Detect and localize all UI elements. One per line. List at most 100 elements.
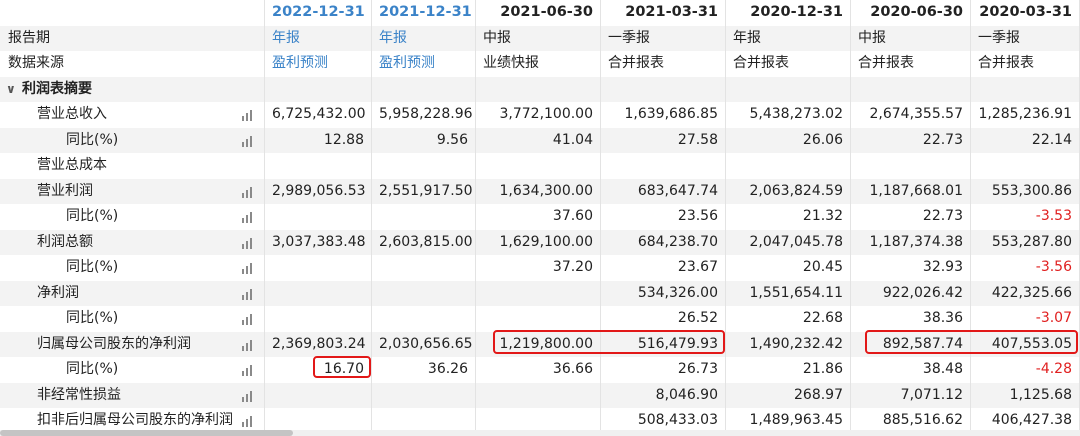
bar-chart-icon[interactable] (242, 186, 256, 198)
table-cell: 1,634,300.00 (476, 178, 601, 204)
bar-chart-icon[interactable] (242, 262, 256, 274)
table-cell: 422,325.66 (971, 280, 1080, 306)
table-cell (265, 382, 372, 408)
table-cell: 22.68 (726, 306, 851, 332)
column-header-2021-12-31: 2021-12-31 (372, 0, 476, 26)
table-cell (971, 153, 1080, 179)
row-label-cell: 同比(%) (0, 127, 265, 153)
table-cell: 2,674,355.57 (851, 102, 971, 128)
row-label-cell: 同比(%) (0, 357, 265, 383)
table-cell: 553,287.80 (971, 229, 1080, 255)
table-cell: 1,219,800.00 (476, 331, 601, 357)
table-row: 同比(%) 37.60 23.56 21.32 22.73 -3.53 (0, 204, 1080, 230)
row-label: 利润总额 (37, 233, 93, 250)
section-cell (601, 76, 726, 102)
table-cell (372, 280, 476, 306)
scrollbar-thumb[interactable] (0, 430, 293, 436)
meta-cell: 合并报表 (851, 51, 971, 77)
column-header-row: 2022-12-31 2021-12-31 2021-06-30 2021-03-31… (0, 0, 1080, 26)
meta-cell: 盈利预测 (265, 51, 372, 77)
table-cell (372, 306, 476, 332)
table-cell: 1,490,232.42 (726, 331, 851, 357)
table-cell: 38.48 (851, 357, 971, 383)
table-cell: 21.86 (726, 357, 851, 383)
row-label-cell: 营业利润 (0, 178, 265, 204)
table-cell (372, 153, 476, 179)
table-cell (476, 382, 601, 408)
table-cell: 36.26 (372, 357, 476, 383)
meta-cell: 合并报表 (601, 51, 726, 77)
row-label: 数据来源 (8, 55, 64, 72)
table-cell: 22.73 (851, 127, 971, 153)
row-label: 归属母公司股东的净利润 (37, 335, 191, 352)
row-label-cell: 利润总额 (0, 229, 265, 255)
bar-chart-icon[interactable] (242, 339, 256, 351)
collapse-caret-icon[interactable]: ∨ (6, 77, 20, 102)
table-row: 营业总收入 6,725,432.00 5,958,228.96 3,772,100.0… (0, 102, 1080, 128)
table-row: 非经常性损益 8,046.90 268.97 7,071.12 1,125.68 (0, 382, 1080, 408)
table-cell (265, 255, 372, 281)
bar-chart-icon[interactable] (242, 364, 256, 376)
bar-chart-icon[interactable] (242, 237, 256, 249)
table-cell: 26.73 (601, 357, 726, 383)
table-cell: 407,553.05 (971, 331, 1080, 357)
table-row: 净利润 534,326.00 1,551,654.11 922,026.42 422,3… (0, 280, 1080, 306)
table-cell: 516,479.93 (601, 331, 726, 357)
table-row: 利润总额 3,037,383.48 2,603,815.00 1,629,100.00… (0, 229, 1080, 255)
section-cell (726, 76, 851, 102)
table-cell: -4.28 (971, 357, 1080, 383)
bar-chart-icon[interactable] (242, 415, 256, 427)
bar-chart-icon[interactable] (242, 135, 256, 147)
table-cell: 27.58 (601, 127, 726, 153)
bar-chart-icon[interactable] (242, 109, 256, 121)
meta-cell: 合并报表 (726, 51, 851, 77)
table-row: 归属母公司股东的净利润 2,369,803.24 2,030,656.65 1,219… (0, 331, 1080, 357)
bar-chart-icon[interactable] (242, 313, 256, 325)
meta-cell: 业绩快报 (476, 51, 601, 77)
bar-chart-icon[interactable] (242, 390, 256, 402)
table-cell: 41.04 (476, 127, 601, 153)
table-cell (265, 280, 372, 306)
table-cell: 20.45 (726, 255, 851, 281)
meta-row: 数据来源 盈利预测 盈利预测 业绩快报 合并报表 合并报表 合并报表 合并报表 (0, 51, 1080, 77)
meta-cell: 中报 (476, 25, 601, 51)
table-cell: 16.70 (265, 357, 372, 383)
section-row: ∨ 利润表摘要 (0, 76, 1080, 102)
table-cell (372, 255, 476, 281)
table-cell (601, 153, 726, 179)
row-label-cell: 数据来源 (0, 51, 265, 77)
row-label-cell: 营业总收入 (0, 102, 265, 128)
row-label: 同比(%) (66, 208, 119, 225)
table-row: 同比(%) 12.88 9.56 41.04 27.58 26.06 22.73 22.14 (0, 127, 1080, 153)
table-cell: 1,551,654.11 (726, 280, 851, 306)
table-cell: 683,647.74 (601, 178, 726, 204)
table-cell: 2,551,917.50 (372, 178, 476, 204)
table-cell (372, 382, 476, 408)
meta-cell: 年报 (372, 25, 476, 51)
column-header-2020-03-31: 2020-03-31 (971, 0, 1080, 26)
income-statement-table: 2022-12-31 2021-12-31 2021-06-30 2021-03-31… (0, 0, 1080, 436)
row-label-cell: 报告期 (0, 25, 265, 51)
bar-chart-icon[interactable] (242, 288, 256, 300)
row-label-cell: ∨ 利润表摘要 (0, 76, 265, 102)
table-cell: 2,369,803.24 (265, 331, 372, 357)
row-label: 营业利润 (37, 182, 93, 199)
row-label: 非经常性损益 (37, 386, 121, 403)
table-cell: 8,046.90 (601, 382, 726, 408)
bar-chart-icon[interactable] (242, 211, 256, 223)
table-cell: 22.73 (851, 204, 971, 230)
meta-cell: 盈利预测 (372, 51, 476, 77)
table-cell: 3,772,100.00 (476, 102, 601, 128)
row-label-cell: 归属母公司股东的净利润 (0, 331, 265, 357)
table-cell: 23.67 (601, 255, 726, 281)
row-label: 同比(%) (66, 131, 119, 148)
table-row: 营业总成本 (0, 153, 1080, 179)
table-cell: -3.07 (971, 306, 1080, 332)
row-label-cell: 营业总成本 (0, 153, 265, 179)
table-cell: 22.14 (971, 127, 1080, 153)
table-cell (726, 153, 851, 179)
horizontal-scrollbar[interactable] (0, 430, 1080, 436)
table-row: 同比(%) 37.20 23.67 20.45 32.93 -3.56 (0, 255, 1080, 281)
row-label-cell: 同比(%) (0, 306, 265, 332)
table-cell (265, 204, 372, 230)
